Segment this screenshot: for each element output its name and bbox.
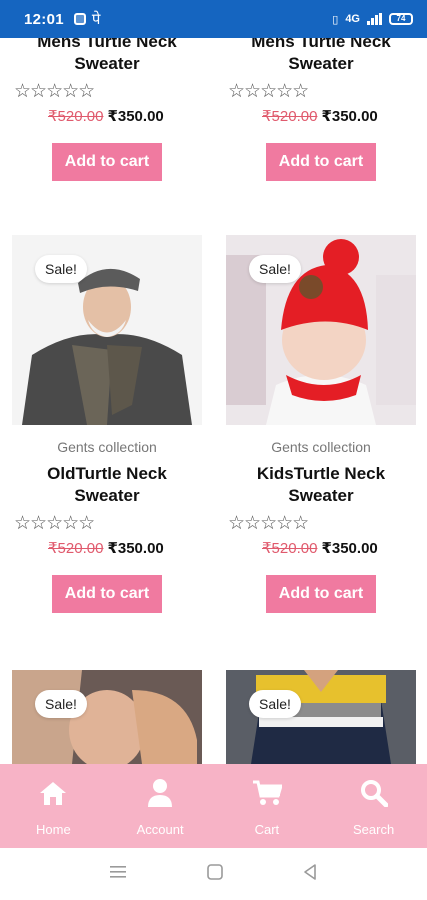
nav-search[interactable]: Search [320, 764, 427, 848]
add-to-cart-button[interactable]: Add to cart [265, 143, 377, 181]
product-card[interactable]: Sale! Gents collection KidsTurtle Neck S… [226, 235, 416, 613]
product-price: ₹520.00 ₹350.00 [12, 539, 202, 557]
old-price: ₹520.00 [262, 108, 318, 125]
signal-icon [367, 13, 382, 25]
status-time: 12:01 [24, 10, 64, 28]
product-title[interactable]: OldTurtle Neck Sweater [12, 463, 202, 507]
product-title[interactable]: KidsTurtle Neck Sweater [226, 463, 416, 507]
rating-stars: ☆☆☆☆☆ [14, 513, 95, 534]
product-price: ₹520.00 ₹350.00 [226, 539, 416, 557]
product-card[interactable]: Sale! Gents collection OldTurtle Neck Sw… [12, 235, 202, 613]
menu-icon[interactable] [109, 865, 128, 884]
nav-home[interactable]: Home [0, 764, 107, 848]
nav-label: Cart [254, 822, 280, 837]
sale-badge: Sale! [249, 255, 301, 283]
product-category[interactable]: Gents collection [226, 439, 416, 455]
rating-stars: ☆☆☆☆☆ [228, 513, 309, 534]
home-icon [39, 778, 67, 808]
add-to-cart-button[interactable]: Add to cart [265, 575, 377, 613]
nav-label: Home [36, 822, 71, 837]
nav-label: Search [353, 822, 395, 837]
vibrate-icon: ▯ [332, 13, 339, 26]
home-button-icon[interactable] [206, 863, 224, 886]
product-price: ₹520.00 ₹350.00 [12, 107, 202, 125]
network-label: 4G [345, 13, 360, 25]
product-image[interactable]: Sale! [12, 670, 202, 764]
bottom-nav: Home Account Cart Search [0, 764, 427, 848]
cart-icon [252, 778, 282, 808]
notification-icon [73, 13, 86, 25]
product-photo-child [12, 670, 202, 764]
product-photo-sweater [226, 670, 416, 764]
sale-badge: Sale! [35, 690, 87, 718]
new-price: ₹350.00 [107, 108, 164, 125]
add-to-cart-button[interactable]: Add to cart [51, 143, 163, 181]
nav-account[interactable]: Account [107, 764, 214, 848]
new-price: ₹350.00 [321, 540, 378, 557]
search-icon [360, 778, 388, 808]
rating-stars: ☆☆☆☆☆ [14, 81, 95, 102]
sale-badge: Sale! [249, 690, 301, 718]
product-price: ₹520.00 ₹350.00 [226, 107, 416, 125]
account-icon [148, 778, 173, 808]
battery-icon: 74 [389, 13, 413, 25]
new-price: ₹350.00 [321, 108, 378, 125]
back-icon[interactable] [302, 863, 318, 886]
sale-badge: Sale! [35, 255, 87, 283]
product-image[interactable]: Sale! [226, 670, 416, 764]
old-price: ₹520.00 [262, 540, 318, 557]
system-nav-bar [0, 848, 427, 900]
nav-label: Account [136, 822, 184, 837]
status-bar: 12:01 पे ▯ 4G 74 [0, 0, 427, 38]
product-card[interactable]: Sale! [226, 670, 416, 764]
add-to-cart-button[interactable]: Add to cart [51, 575, 163, 613]
product-category[interactable]: Gents collection [12, 439, 202, 455]
product-card[interactable]: Sale! [12, 670, 202, 764]
carrier-label: पे [91, 11, 101, 28]
product-image[interactable]: Sale! [226, 235, 416, 425]
old-price: ₹520.00 [48, 108, 104, 125]
rating-stars: ☆☆☆☆☆ [228, 81, 309, 102]
new-price: ₹350.00 [107, 540, 164, 557]
nav-cart[interactable]: Cart [214, 764, 321, 848]
product-image[interactable]: Sale! [12, 235, 202, 425]
old-price: ₹520.00 [48, 540, 104, 557]
